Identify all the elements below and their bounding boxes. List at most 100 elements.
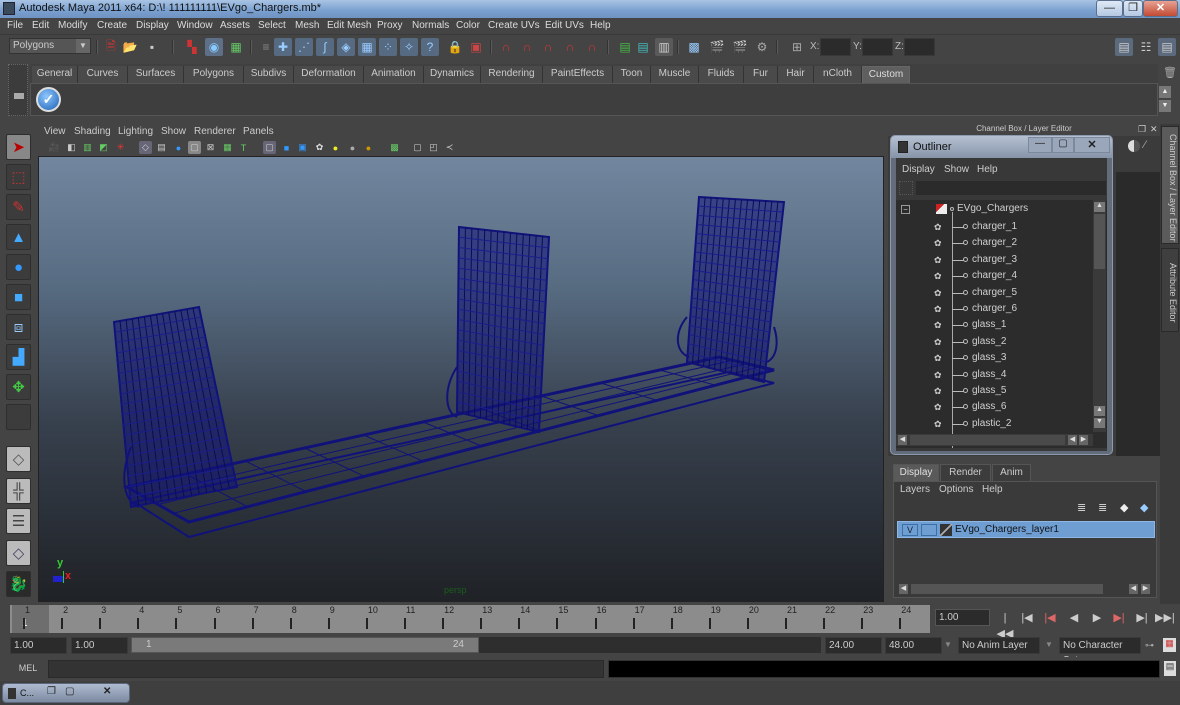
shelf-tab-general[interactable]: General	[32, 66, 78, 83]
select-tool-icon[interactable]: ➤	[6, 134, 31, 160]
play-backwards-button[interactable]: ◀	[1065, 610, 1083, 626]
wireframe-on-shaded-icon[interactable]: ▣	[296, 141, 309, 154]
outliner-scroll-thumb[interactable]	[1094, 214, 1105, 269]
layer-name[interactable]: EVgo_Chargers_layer1	[955, 524, 1059, 535]
single-perspective-layout-icon[interactable]: ◇	[6, 446, 31, 472]
maximize-icon[interactable]: ▢	[65, 686, 74, 697]
outliner-close-button[interactable]: ✕	[1074, 137, 1110, 153]
shelf-tab-subdivs[interactable]: Subdivs	[244, 66, 294, 83]
outliner-item[interactable]: ✿ glass_4	[896, 367, 1096, 383]
outliner-filter-input[interactable]	[916, 181, 1106, 195]
shelf-tab-custom[interactable]: Custom	[862, 66, 910, 83]
viewport-menu-show[interactable]: Show	[161, 126, 186, 137]
select-dynamics-icon[interactable]: ⁘	[379, 38, 397, 56]
outliner-menu-help[interactable]: Help	[977, 164, 998, 175]
menu-mesh[interactable]: Mesh	[295, 20, 319, 31]
open-scene-icon[interactable]: 📂	[121, 38, 139, 56]
textured-icon[interactable]: ✿	[313, 141, 326, 154]
shelf-tab-polygons[interactable]: Polygons	[184, 66, 244, 83]
four-view-layout-icon[interactable]: ╬	[6, 478, 31, 504]
shelf-tab-curves[interactable]: Curves	[78, 66, 128, 83]
scroll-up-icon[interactable]: ▲	[1094, 406, 1105, 416]
shelf-tab-animation[interactable]: Animation	[364, 66, 424, 83]
render-frame-icon[interactable]: 🎬	[708, 38, 726, 56]
universal-manipulator-icon[interactable]: ⧈	[6, 314, 31, 340]
input-ops-icon[interactable]: ▤	[616, 38, 634, 56]
select-joint-icon[interactable]: ⋰	[295, 38, 313, 56]
absolute-transform-icon[interactable]: ⊞	[788, 38, 806, 56]
shelf-tab-hair[interactable]: Hair	[778, 66, 814, 83]
select-rendering-icon[interactable]: ✧	[400, 38, 418, 56]
wireframe-icon[interactable]: ▢	[263, 141, 276, 154]
select-deformation-icon[interactable]: ▦	[358, 38, 376, 56]
snap-grid-icon[interactable]: ∩	[497, 38, 515, 56]
render-settings-icon[interactable]: ⚙	[753, 38, 771, 56]
shelf-scroll-down-icon[interactable]: ▼	[1159, 100, 1171, 112]
viewport-menu-panels[interactable]: Panels	[243, 126, 274, 137]
auto-key-link-icon[interactable]: ⊶	[1145, 640, 1154, 651]
menu-set-dropdown[interactable]: Polygons ▼	[9, 38, 91, 54]
new-layer-from-selection-icon[interactable]: ◆	[1140, 501, 1148, 514]
x-field[interactable]	[820, 38, 851, 56]
lasso-tool-icon[interactable]: ⬚	[6, 164, 31, 190]
go-to-start-button[interactable]: |◀◀	[996, 610, 1014, 640]
xray-joints-icon[interactable]: ◰	[427, 141, 440, 154]
shelf-scroll-up-icon[interactable]: ▲	[1159, 86, 1171, 98]
lock-selection-icon[interactable]: 🔒	[446, 38, 464, 56]
all-lights-icon[interactable]: ●	[362, 141, 375, 154]
select-curve-icon[interactable]: ∫	[316, 38, 334, 56]
select-surface-icon[interactable]: ◈	[337, 38, 355, 56]
channel-box-toggle-icon[interactable]: ▤	[1158, 38, 1176, 56]
chevron-down-icon[interactable]: ▼	[944, 640, 952, 649]
shelf-tab-surfaces[interactable]: Surfaces	[128, 66, 184, 83]
move-layer-up-icon[interactable]: ≣	[1077, 501, 1086, 514]
resolution-gate-icon[interactable]: ●	[172, 141, 185, 154]
shelf-tab-painteffects[interactable]: PaintEffects	[543, 66, 613, 83]
trash-icon[interactable]: 🗑	[1163, 66, 1177, 80]
outliner-hscroll-thumb[interactable]	[910, 435, 1065, 445]
playback-end-field[interactable]: 24.00	[825, 637, 882, 654]
shelf-tab-dynamics[interactable]: Dynamics	[424, 66, 481, 83]
channel-edit-icon[interactable]: ⁄	[1144, 139, 1146, 151]
scroll-right-icon[interactable]: ▶	[1141, 584, 1150, 594]
minimize-button[interactable]: —	[1096, 0, 1123, 17]
gate-mask-icon[interactable]: ▢	[188, 141, 201, 154]
outliner-item[interactable]: ✿ glass_6	[896, 399, 1096, 415]
current-time-indicator[interactable]	[12, 605, 49, 633]
play-forwards-button[interactable]: ▶	[1088, 610, 1106, 626]
menu-proxy[interactable]: Proxy	[377, 20, 403, 31]
shelf-tab-ncloth[interactable]: nCloth	[814, 66, 862, 83]
soft-modification-icon[interactable]: ▟	[6, 344, 31, 370]
menu-select[interactable]: Select	[258, 20, 286, 31]
mask-icon[interactable]: ≡	[257, 38, 275, 56]
y-field[interactable]	[862, 38, 893, 56]
select-handle-icon[interactable]: ✚	[274, 38, 292, 56]
bookmarks-icon[interactable]: ▥	[81, 141, 94, 154]
outliner-item[interactable]: ✿ charger_4	[896, 268, 1096, 284]
script-editor-icon[interactable]: ▤	[1164, 661, 1176, 676]
outliner-maximize-button[interactable]: ▢	[1052, 137, 1074, 153]
layer-color-swatch[interactable]	[940, 524, 952, 536]
scroll-down-icon[interactable]: ▼	[1094, 418, 1105, 428]
outliner-item[interactable]: ✿ charger_2	[896, 235, 1096, 251]
paint-select-tool-icon[interactable]: ✎	[6, 194, 31, 220]
share-icon[interactable]: ≺	[443, 141, 456, 154]
select-component-icon[interactable]: ▦	[227, 38, 245, 56]
menu-edit[interactable]: Edit	[32, 20, 49, 31]
animation-end-field[interactable]: 48.00	[885, 637, 942, 654]
isolate-select-icon[interactable]: ▩	[388, 141, 401, 154]
layer-tab-render[interactable]: Render	[940, 464, 991, 481]
step-back-frame-button[interactable]: |◀	[1018, 610, 1036, 626]
construction-history-icon[interactable]: ▥	[655, 38, 673, 56]
menu-color[interactable]: Color	[456, 20, 480, 31]
outliner-item[interactable]: ✿ glass_5	[896, 383, 1096, 399]
ipr-render-icon[interactable]: 🎬	[731, 38, 749, 56]
layer-row[interactable]: V EVgo_Chargers_layer1	[897, 521, 1155, 538]
layer-menu-help[interactable]: Help	[982, 484, 1003, 495]
move-tool-icon[interactable]: ▲	[6, 224, 31, 250]
anim-layer-dropdown[interactable]: No Anim Layer	[958, 637, 1040, 654]
new-empty-layer-icon[interactable]: ◆	[1120, 501, 1128, 514]
select-object-icon[interactable]: ◉	[205, 38, 223, 56]
perspective-viewport[interactable]: y x persp	[38, 156, 884, 602]
outliner-item[interactable]: ✿ glass_2	[896, 334, 1096, 350]
